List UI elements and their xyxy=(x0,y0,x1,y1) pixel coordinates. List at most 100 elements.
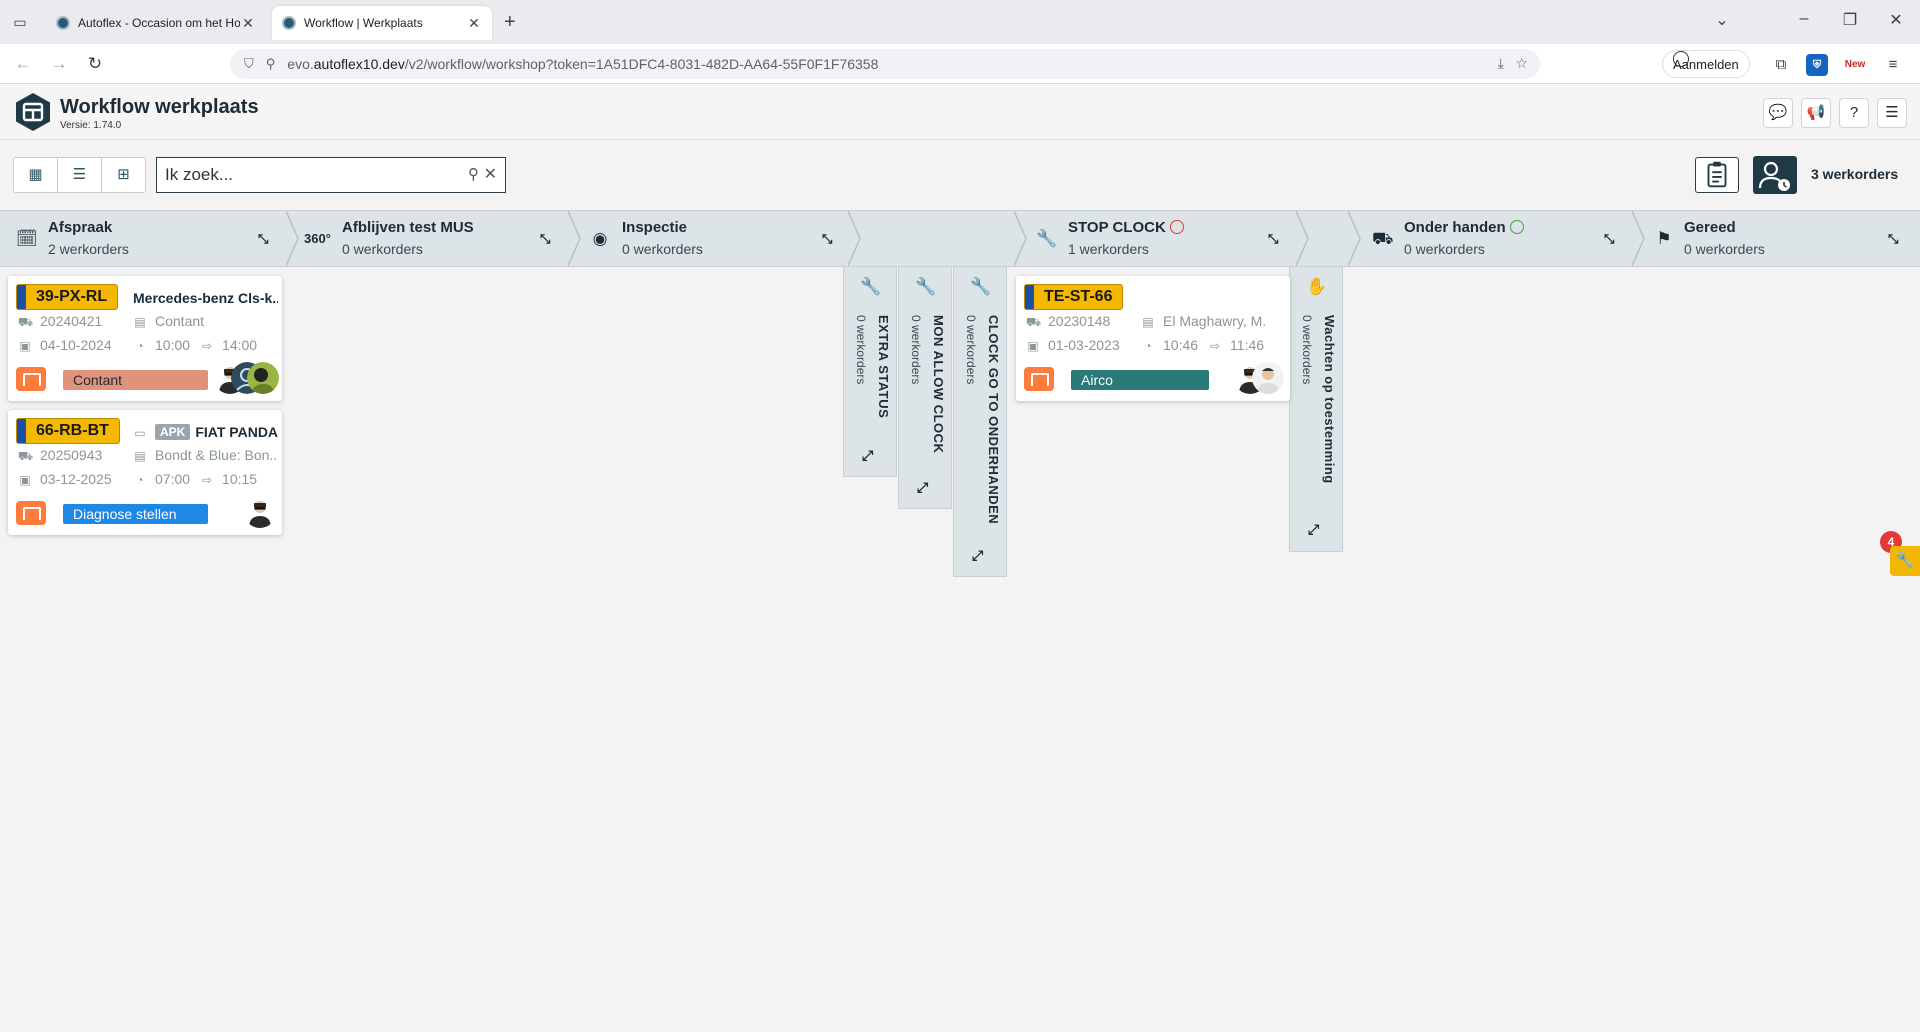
close-tab-icon[interactable]: ✕ xyxy=(466,15,482,32)
mechanic-avatar-icon xyxy=(247,362,279,394)
order-number: ⛟ 20230148 xyxy=(1026,313,1111,329)
lane-clock-go-to-onderhanden[interactable]: 🔧 0 werkorders CLOCK GO TO ONDERHANDEN ⤢ xyxy=(953,267,1007,577)
grid-view-icon[interactable]: ⊞ xyxy=(102,158,145,192)
car-lift-icon: ⛟ xyxy=(1026,315,1042,329)
workflow-column-headers: 🗓 Afspraak 2 werkorders ⤡ 360° Afblijven… xyxy=(0,210,1920,267)
browser-tab-autoflex[interactable]: Autoflex - Occasion om het Hoofd ✕ xyxy=(46,6,266,40)
tab-list-icon[interactable]: ▭ xyxy=(10,12,30,32)
sign-in-button[interactable]: Aanmelden xyxy=(1662,50,1750,78)
status-tag: Diagnose stellen xyxy=(63,504,208,524)
collapse-column-icon[interactable]: ⤡ xyxy=(1604,231,1614,247)
column-title: Afspraak xyxy=(48,219,113,236)
chat-icon[interactable]: 💬 xyxy=(1763,98,1793,128)
license-plate: 66-RB-BT xyxy=(16,418,120,444)
autoflex-favicon-icon xyxy=(56,16,70,30)
expand-lane-icon[interactable]: ⤢ xyxy=(1308,521,1319,538)
calendar-icon: ▣ xyxy=(19,473,31,487)
car-lift-icon: ⛟ xyxy=(1372,229,1394,248)
url-field[interactable]: ⛉ ⚲ evo. autoflex10.dev/v2/workflow/works… xyxy=(230,49,1540,79)
close-window-button[interactable]: ✕ xyxy=(1884,10,1908,30)
forward-arrow-icon[interactable]: → xyxy=(48,54,70,74)
collapse-column-icon[interactable]: ⤡ xyxy=(1268,231,1278,247)
column-afspraak[interactable]: 🗓 Afspraak 2 werkorders ⤡ xyxy=(0,211,288,266)
lane-title: Wachten op toestemming xyxy=(1322,315,1337,484)
search-box: ⚲ ✕ xyxy=(156,157,506,193)
column-afblijven-test-mus[interactable]: 360° Afblijven test MUS 0 werkorders ⤡ xyxy=(292,211,570,266)
extension-shield-icon[interactable]: ⛨ xyxy=(1806,54,1828,76)
restore-button[interactable]: ❐ xyxy=(1838,10,1862,30)
workorder-card[interactable]: 66-RB-BT ▭ APK FIAT PANDA ⛟ 20250943 ▤ Bondt… xyxy=(8,410,282,535)
search-input[interactable] xyxy=(165,163,445,187)
stopwatch-icon: ◔ xyxy=(136,473,144,487)
list-view-icon[interactable]: ☰ xyxy=(58,158,102,192)
workorder-card[interactable]: TE-ST-66 ⛟ 20230148 ▤ El Maghawry, M. ▣ 01-… xyxy=(1016,276,1290,401)
license-plate: TE-ST-66 xyxy=(1024,284,1124,310)
expand-lane-icon[interactable]: ⤢ xyxy=(862,447,873,464)
reload-icon[interactable]: ↻ xyxy=(84,54,106,74)
column-stop-clock[interactable]: 🔧 STOP CLOCK 1 werkorders ⤡ xyxy=(1020,211,1296,266)
id-card-icon: ▤ xyxy=(134,449,146,463)
workflow-toolbar: ▦ ☰ ⊞ ⚲ ✕ 3 werkorders xyxy=(0,140,1920,210)
collapse-column-icon[interactable]: ⤡ xyxy=(258,231,268,247)
autoflex-logo-icon xyxy=(16,93,50,131)
url-path: /v2/workflow/workshop?token=1A51DFC4-803… xyxy=(404,56,879,72)
time-range: ◔ 10:00 ⇨ 14:00 xyxy=(133,337,278,353)
url-prefix: evo. xyxy=(287,56,314,72)
url-domain: autoflex10.dev xyxy=(313,56,405,72)
time-range: ◔ 10:46 ⇨ 11:46 xyxy=(1141,337,1286,353)
browser-tab-workflow[interactable]: Workflow | Werkplaats ✕ xyxy=(272,6,492,40)
column-count: 0 werkorders xyxy=(1684,241,1765,257)
collapse-column-icon[interactable]: ⤡ xyxy=(540,231,550,247)
view-switcher: ▦ ☰ ⊞ xyxy=(13,157,146,193)
lane-title-wrap: EXTRA STATUS xyxy=(874,315,892,418)
app-title: Workflow werkplaats xyxy=(60,96,259,118)
help-icon[interactable]: ? xyxy=(1839,98,1869,128)
lane-count: 0 werkorders xyxy=(964,315,978,385)
id-card-icon: ▤ xyxy=(1142,315,1154,329)
expand-lane-icon[interactable]: ⤢ xyxy=(972,547,983,564)
board-view-icon[interactable]: ▦ xyxy=(14,158,58,192)
column-title: Onder handen xyxy=(1404,219,1524,236)
extension-news-icon[interactable]: New xyxy=(1844,54,1866,76)
user-clock-icon[interactable] xyxy=(1753,156,1797,194)
search-icon[interactable]: ⚲ xyxy=(468,165,479,183)
install-and-bookmark-icons[interactable]: ⤓ ☆ xyxy=(1498,55,1528,72)
lane-wachten-op-toestemming[interactable]: ✋ 0 werkorders Wachten op toestemming ⤢ xyxy=(1289,267,1343,552)
shield-icon[interactable]: ⛉ xyxy=(244,56,254,72)
license-plate: 39-PX-RL xyxy=(16,284,119,310)
plate-number: 39-PX-RL xyxy=(36,288,108,305)
browser-menu-icon[interactable]: ≡ xyxy=(1882,54,1904,76)
close-tab-icon[interactable]: ✕ xyxy=(240,15,256,32)
new-tab-button[interactable]: + xyxy=(504,12,516,32)
workorder-card[interactable]: 39-PX-RL Mercedes-benz Cls-k... ⛟ 2024042… xyxy=(8,276,282,401)
column-inspectie[interactable]: ◉ Inspectie 0 werkorders ⤡ xyxy=(574,211,850,266)
nl-flag-icon xyxy=(17,285,26,309)
app-header: Workflow werkplaats Versie: 1.74.0 💬 📢 ?… xyxy=(0,84,1920,140)
workorder-count: 3 werkorders xyxy=(1811,166,1899,182)
flag-icon: ⚑ xyxy=(1656,229,1672,248)
back-arrow-icon[interactable]: ← xyxy=(12,54,34,74)
column-separator xyxy=(848,211,861,266)
page-info-icon[interactable]: ⚲ xyxy=(266,56,276,72)
assigned-mechanics xyxy=(214,362,280,396)
tab-overflow-chevron-icon[interactable]: ⌄ xyxy=(1710,10,1734,30)
inspection-icon: ▭ xyxy=(134,426,146,440)
tools-wrench-button[interactable]: 🔧 xyxy=(1890,546,1920,576)
clear-search-icon[interactable]: ✕ xyxy=(484,164,497,184)
wrench-icon: 🔧 xyxy=(860,277,882,296)
extensions-icon[interactable]: ⧉ xyxy=(1770,54,1792,76)
lane-mon-allow-clock[interactable]: 🔧 0 werkorders MON ALLOW CLOCK ⤢ xyxy=(898,267,952,509)
hamburger-menu-icon[interactable]: ☰ xyxy=(1877,98,1907,128)
megaphone-icon[interactable]: 📢 xyxy=(1801,98,1831,128)
minimize-button[interactable]: – xyxy=(1792,10,1816,28)
lane-extra-status[interactable]: 🔧 0 werkorders EXTRA STATUS ⤢ xyxy=(843,267,897,477)
clipboard-icon[interactable] xyxy=(1695,157,1739,193)
column-gereed[interactable]: ⚑ Gereed 0 werkorders ⤡ xyxy=(1638,211,1920,266)
collapse-column-icon[interactable]: ⤡ xyxy=(1888,231,1898,247)
account-icon xyxy=(1673,51,1689,67)
collapse-column-icon[interactable]: ⤡ xyxy=(822,231,832,247)
column-count: 0 werkorders xyxy=(1404,241,1485,257)
waiting-hand-icon: ✋ xyxy=(1306,277,1328,296)
column-onder-handen[interactable]: ⛟ Onder handen 0 werkorders ⤡ xyxy=(1356,211,1634,266)
expand-lane-icon[interactable]: ⤢ xyxy=(917,479,928,496)
